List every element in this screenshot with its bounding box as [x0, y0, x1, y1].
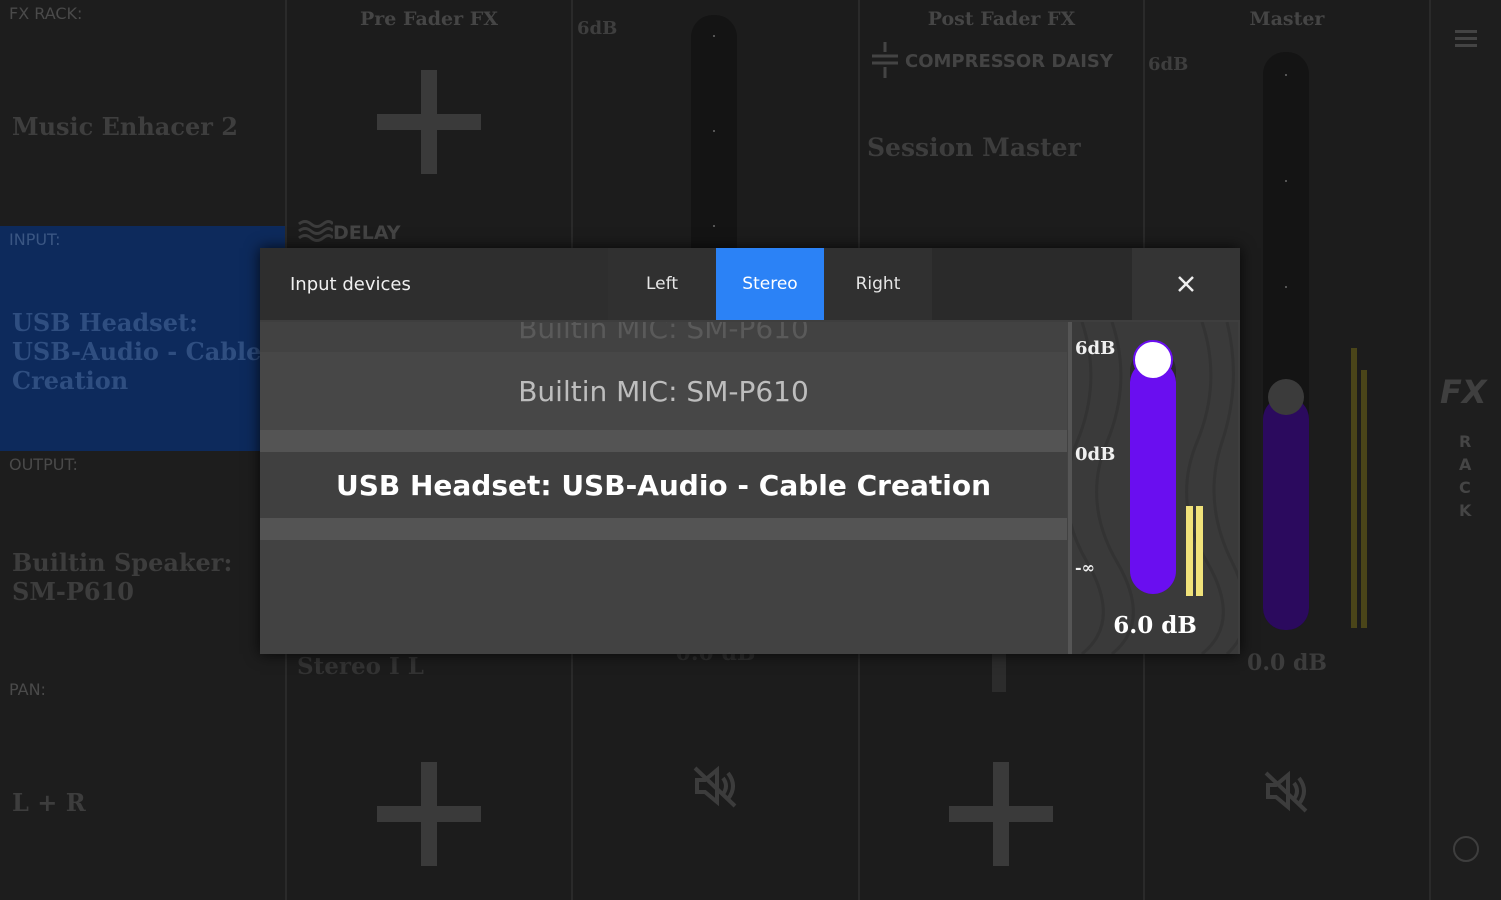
gain-fader-track[interactable]: [1130, 340, 1176, 594]
input-devices-dialog: Input devices Left Stereo Right Builtin …: [260, 248, 1240, 654]
input-device-line3: Creation: [12, 366, 129, 395]
list-divider-2: [260, 518, 1067, 540]
input-device-line1: USB Headset:: [12, 308, 198, 337]
gain-fader-knob[interactable]: [1133, 340, 1173, 380]
device-list[interactable]: Builtin MIC: SM-P610 Builtin MIC: SM-P61…: [260, 322, 1068, 654]
post-fader-preset[interactable]: Session Master: [867, 133, 1081, 162]
output-label: OUTPUT:: [9, 455, 78, 474]
rack-letter-c: C: [1459, 478, 1471, 497]
header-spacer: [932, 248, 1132, 320]
pan-value[interactable]: L + R: [12, 788, 86, 817]
channel-6db-label: 6dB: [577, 18, 618, 39]
gain-6db-label: 6dB: [1075, 338, 1116, 359]
compressor-effect-label[interactable]: COMPRESSOR DAISY: [905, 51, 1113, 72]
output-device-line1[interactable]: Builtin Speaker:: [12, 548, 232, 577]
fx-rack-column: FX RACK: Music Enhacer 2 INPUT: USB Head…: [0, 0, 287, 900]
device-item-usb-headset[interactable]: USB Headset: USB-Audio - Cable Creation: [260, 452, 1067, 518]
gain-fader-fill: [1130, 360, 1176, 594]
gain-value: 6.0 dB: [1113, 612, 1197, 639]
delay-icon: [297, 218, 335, 248]
preset-name[interactable]: Music Enhacer 2: [12, 112, 238, 141]
input-section[interactable]: INPUT: USB Headset: USB-Audio - Cable Cr…: [0, 226, 285, 451]
side-bar: FX R A C K: [1431, 0, 1501, 900]
pan-label: PAN:: [9, 680, 46, 699]
close-button[interactable]: [1132, 248, 1240, 320]
device-item-above[interactable]: Builtin MIC: SM-P610: [260, 322, 1067, 348]
delay-effect-label[interactable]: DELAY: [333, 222, 401, 244]
add-post-fx-icon[interactable]: [949, 762, 1053, 866]
pre-fader-title: Pre Fader FX: [360, 8, 498, 30]
post-fader-knob-stem: [992, 650, 1006, 692]
pre-fader-bottom-label: Stereo I L: [297, 653, 424, 680]
list-divider: [260, 430, 1067, 452]
add-pre-fx-bottom-icon[interactable]: [377, 762, 481, 866]
close-icon: [1178, 276, 1194, 292]
output-device-line2[interactable]: SM-P610: [12, 577, 134, 606]
gain-meter-left: [1186, 506, 1193, 596]
rack-letter-k: K: [1459, 501, 1472, 520]
rack-letter-a: A: [1459, 455, 1472, 474]
master-6db-label: 6dB: [1148, 54, 1189, 75]
compressor-icon: [870, 42, 900, 78]
gain-panel: 6dB 0dB -∞ 6.0 dB: [1068, 322, 1238, 654]
master-fader-knob[interactable]: [1268, 379, 1304, 415]
tab-left[interactable]: Left: [608, 248, 716, 320]
input-device-line2: USB-Audio - Cable: [12, 337, 262, 366]
gain-0db-label: 0dB: [1075, 444, 1116, 465]
post-fader-title: Post Fader FX: [927, 8, 1076, 30]
fx-logo: FX: [1440, 373, 1487, 411]
master-fader-track[interactable]: [1263, 52, 1309, 630]
add-pre-fx-icon[interactable]: [377, 70, 481, 174]
master-title: Master: [1249, 8, 1325, 30]
menu-icon[interactable]: [1455, 30, 1477, 48]
input-label: INPUT:: [9, 230, 61, 249]
gain-meter-right: [1196, 506, 1203, 596]
master-mute-icon[interactable]: [1262, 767, 1310, 815]
gain-min-label: -∞: [1075, 558, 1095, 577]
channel-mute-icon[interactable]: [691, 762, 739, 810]
master-meter-right: [1361, 370, 1367, 628]
device-item-builtin-mic[interactable]: Builtin MIC: SM-P610: [260, 352, 1067, 430]
fx-rack-label: FX RACK:: [9, 4, 83, 23]
tab-stereo[interactable]: Stereo: [716, 248, 824, 320]
dialog-title: Input devices: [290, 274, 411, 295]
master-meter-left: [1351, 348, 1357, 628]
master-fader-fill: [1263, 397, 1309, 630]
dialog-header: Input devices Left Stereo Right: [260, 248, 1240, 320]
home-circle-icon[interactable]: [1453, 836, 1479, 862]
tab-right[interactable]: Right: [824, 248, 932, 320]
rack-letter-r: R: [1459, 432, 1472, 451]
